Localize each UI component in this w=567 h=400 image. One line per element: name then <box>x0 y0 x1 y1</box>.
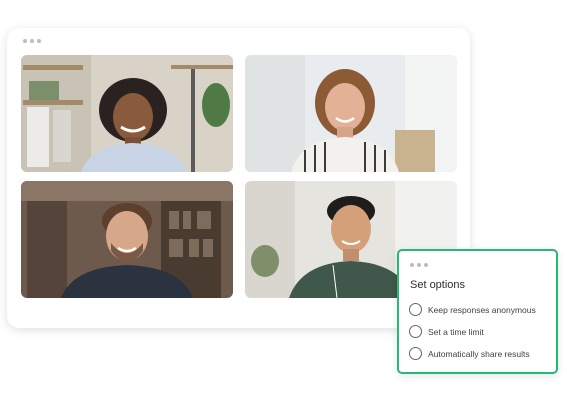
radio-icon[interactable] <box>409 347 422 360</box>
option-set-time-limit[interactable]: Set a time limit <box>409 325 484 338</box>
participant-video-tile-2[interactable] <box>245 55 457 172</box>
participant-video-tile-1[interactable] <box>21 55 233 172</box>
participant-photo-man-beard <box>21 181 233 298</box>
set-options-panel: Set options Keep responses anonymous Set… <box>397 249 558 374</box>
option-automatically-share-results[interactable]: Automatically share results <box>409 347 530 360</box>
radio-icon[interactable] <box>409 303 422 316</box>
window-menu-dots-icon[interactable] <box>23 39 41 43</box>
option-keep-responses-anonymous[interactable]: Keep responses anonymous <box>409 303 536 316</box>
panel-menu-dots-icon[interactable] <box>410 263 428 267</box>
option-label: Keep responses anonymous <box>428 304 536 315</box>
panel-title: Set options <box>410 279 466 291</box>
option-label: Automatically share results <box>428 348 530 359</box>
option-label: Set a time limit <box>428 326 484 337</box>
radio-icon[interactable] <box>409 325 422 338</box>
participant-photo-woman-curly-hair <box>21 55 233 172</box>
participant-video-tile-3[interactable] <box>21 181 233 298</box>
participant-photo-woman-striped-shirt <box>245 55 457 172</box>
